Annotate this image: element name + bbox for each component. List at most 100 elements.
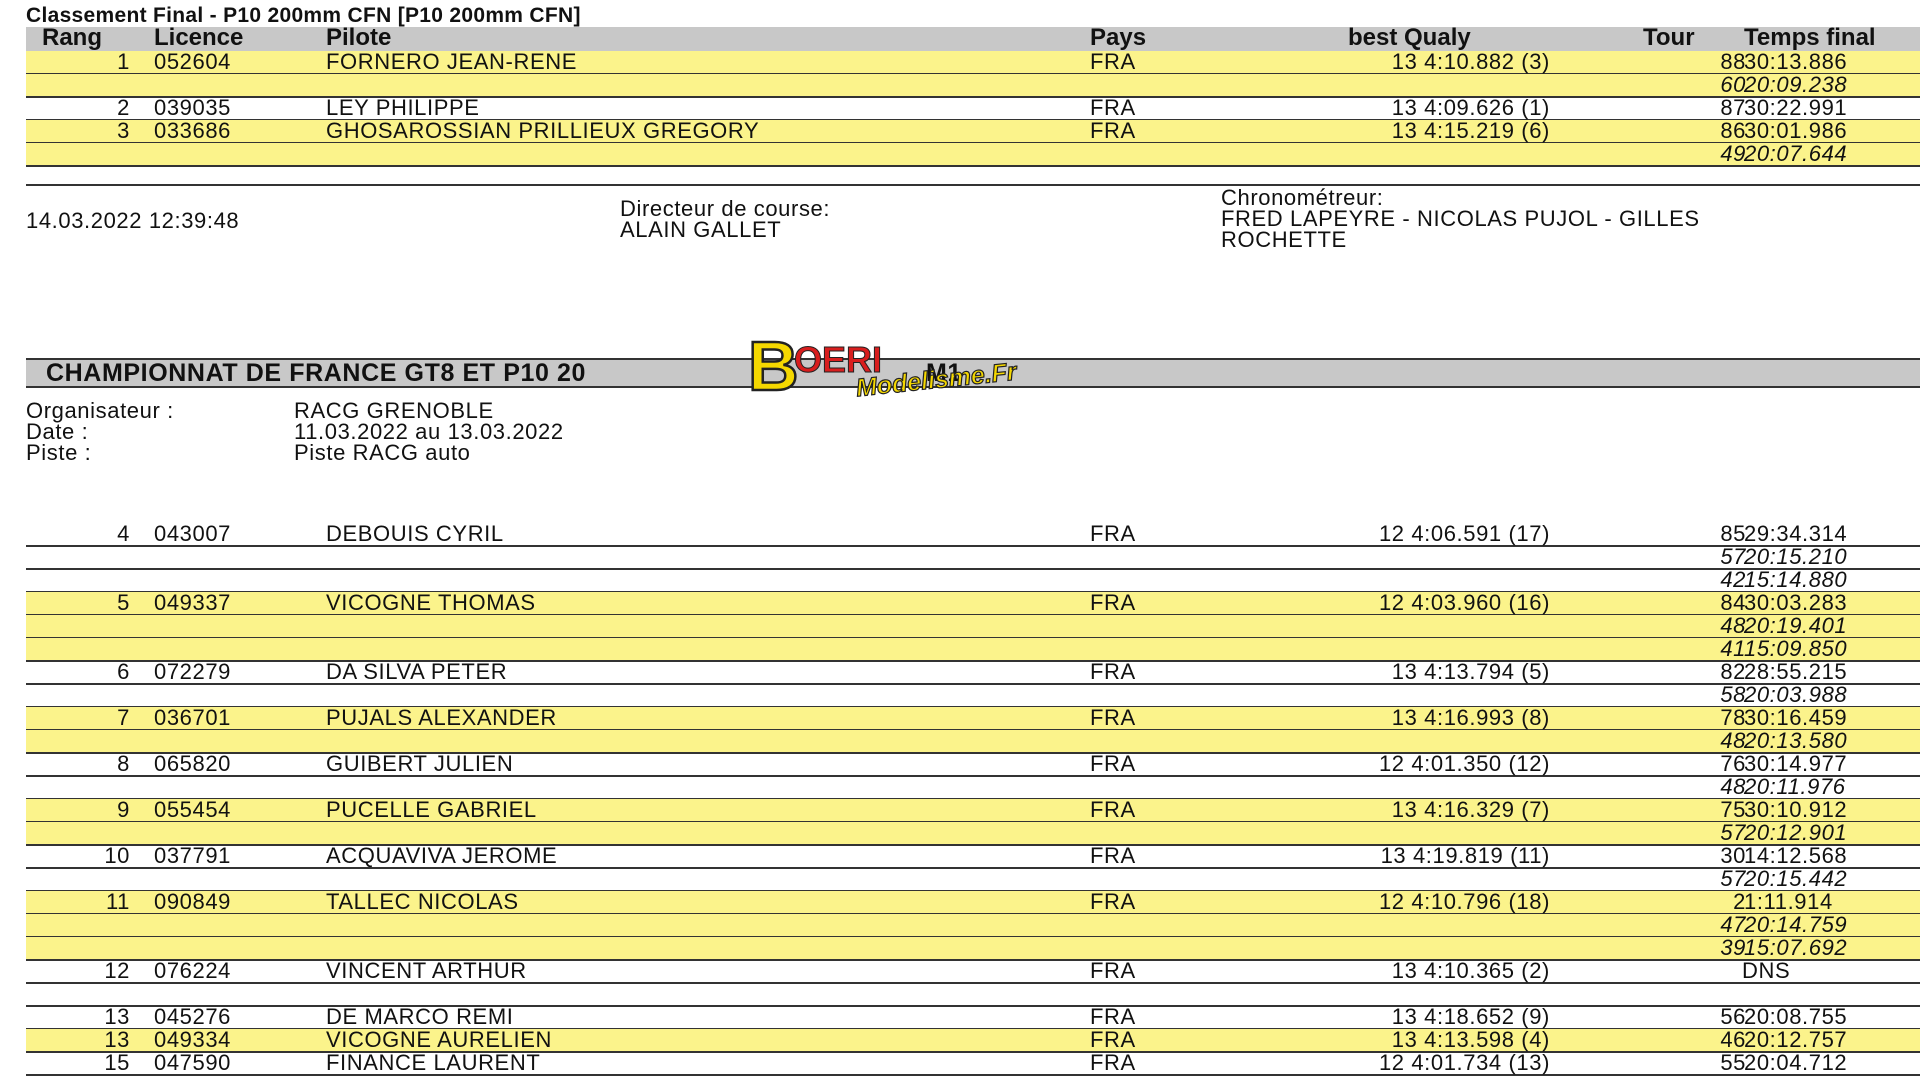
pays-cell: FRA — [1090, 958, 1136, 983]
table-row: 2 039035 LEY PHILIPPE FRA 13 4:09.626 (1) 87 3… — [26, 95, 1920, 121]
pilote-cell: PUJALS ALEXANDER — [326, 705, 557, 730]
best-qualy-cell: 13 4:19.819 (11) — [1380, 843, 1550, 868]
table-row: 1 052604 FORNERO JEAN-RENE FRA 13 4:10.882 (… — [26, 49, 1920, 75]
sub-tour-cell: 48 — [1720, 774, 1746, 799]
sub-tour-cell: 60 — [1720, 72, 1746, 97]
temps-cell: 14:12.568 — [1744, 843, 1848, 868]
table-row: 13 049334 VICOGNE AURELIEN FRA 13 4:13.598 (… — [26, 1027, 1920, 1053]
table-subrow: 48 20:11.976 — [26, 774, 1920, 800]
rank-cell: 7 — [117, 705, 130, 730]
sub-tour-cell: 57 — [1720, 820, 1746, 845]
best-qualy-cell: 13 4:15.219 (6) — [1391, 118, 1550, 143]
tour-cell: 88 — [1720, 49, 1746, 74]
table-subrow: 48 20:19.401 — [26, 614, 1920, 639]
best-qualy-cell: 13 4:10.882 (3) — [1391, 49, 1550, 74]
table-row: 12 076224 VINCENT ARTHUR FRA 13 4:10.365 (2)… — [26, 958, 1920, 984]
rank-cell: 13 — [104, 1004, 130, 1029]
rank-cell: 8 — [117, 751, 130, 776]
rank-cell: 10 — [104, 843, 130, 868]
pays-cell: FRA — [1090, 843, 1136, 868]
pays-cell: FRA — [1090, 1004, 1136, 1029]
col-best-qualy: best Qualy — [1348, 24, 1471, 51]
best-qualy-cell: 13 4:09.626 (1) — [1391, 95, 1550, 120]
rank-cell: 5 — [117, 590, 130, 615]
licence-cell: 037791 — [154, 843, 232, 868]
licence-cell: 049337 — [154, 590, 232, 615]
results-title: Classement Final - P10 200mm CFN [P10 20… — [26, 4, 581, 27]
pays-cell: FRA — [1090, 590, 1136, 615]
rank-cell: 1 — [117, 49, 130, 74]
rank-cell: 15 — [104, 1050, 130, 1075]
directeur-name: ALAIN GALLET — [620, 217, 782, 242]
pays-cell: FRA — [1090, 1050, 1136, 1075]
tour-cell: 2 — [1733, 889, 1746, 914]
pays-cell: FRA — [1090, 49, 1136, 74]
sub-tour-cell: 57 — [1720, 866, 1746, 891]
temps-cell: 20:12.757 — [1744, 1027, 1848, 1052]
piste-value: Piste RACG auto — [294, 440, 471, 465]
temps-cell: 30:16.459 — [1744, 705, 1848, 730]
table-row: 13 045276 DE MARCO REMI FRA 13 4:18.652 (9) 5… — [26, 1004, 1920, 1030]
pays-cell: FRA — [1090, 705, 1136, 730]
licence-cell: 047590 — [154, 1050, 232, 1075]
tour-cell: 46 — [1720, 1027, 1746, 1052]
pays-cell: FRA — [1090, 889, 1136, 914]
table-row: 9 055454 PUCELLE GABRIEL FRA 13 4:16.329 (7)… — [26, 797, 1920, 823]
table-row: 7 036701 PUJALS ALEXANDER FRA 13 4:16.993 (8… — [26, 705, 1920, 731]
sub-temps-cell: 20:11.976 — [1744, 774, 1846, 799]
boeri-logo-icon: B OERI Modelisme.Fr — [747, 326, 1020, 407]
table-subrow: 57 20:15.442 — [26, 866, 1920, 892]
temps-cell: 28:55.215 — [1744, 659, 1848, 684]
rank-cell: 11 — [105, 889, 130, 914]
table-subrow: 58 20:03.988 — [26, 683, 1920, 708]
rank-cell: 13 — [104, 1027, 130, 1052]
pilote-cell: VICOGNE AURELIEN — [326, 1027, 552, 1052]
pilote-cell: PUCELLE GABRIEL — [326, 797, 537, 822]
temps-cell: 30:13.886 — [1744, 49, 1848, 74]
logo-letter-b: B — [748, 330, 799, 405]
sub-temps-cell: 15:07.692 — [1744, 935, 1848, 960]
best-qualy-cell: 13 4:18.652 (9) — [1391, 1004, 1550, 1029]
pays-cell: FRA — [1090, 659, 1136, 684]
tour-cell: 56 — [1720, 1004, 1746, 1029]
rank-cell: 2 — [117, 95, 130, 120]
pilote-cell: FINANCE LAURENT — [326, 1050, 541, 1075]
temps-cell: 30:01.986 — [1744, 118, 1848, 143]
table-header: Rang Licence Pilote Pays best Qualy Tour… — [26, 24, 1920, 51]
boeri-logo: B OERI Modelisme.Fr — [747, 326, 1048, 410]
table-row: 3 033686 GHOSAROSSIAN PRILLIEUX GREGORY FRA… — [26, 118, 1920, 144]
tour-cell: 82 — [1720, 659, 1746, 684]
temps-cell: DNS — [1742, 958, 1791, 983]
col-temps-final: Temps final — [1744, 24, 1876, 51]
licence-cell: 036701 — [154, 705, 232, 730]
sub-tour-cell: 41 — [1720, 636, 1746, 661]
pays-cell: FRA — [1090, 1027, 1136, 1052]
table-subrow: 57 20:12.901 — [26, 820, 1920, 846]
pays-cell: FRA — [1090, 95, 1136, 120]
table-row: 11 090849 TALLEC NICOLAS FRA 12 4:10.796 (18… — [26, 889, 1920, 915]
rank-cell: 9 — [117, 797, 130, 822]
pays-cell: FRA — [1090, 118, 1136, 143]
col-tour: Tour — [1643, 24, 1695, 51]
table-subrow: 39 15:07.692 — [26, 935, 1920, 961]
tour-cell: 85 — [1720, 521, 1746, 546]
chrono-names-2: ROCHETTE — [1221, 227, 1347, 252]
licence-cell: 033686 — [154, 118, 232, 143]
sub-temps-cell: 20:14.759 — [1744, 912, 1848, 937]
tour-cell: 86 — [1720, 118, 1746, 143]
temps-cell: 30:22.991 — [1744, 95, 1848, 120]
sub-tour-cell: 57 — [1720, 544, 1746, 569]
sub-temps-cell: 20:12.901 — [1744, 820, 1848, 845]
best-qualy-cell: 13 4:13.598 (4) — [1391, 1027, 1550, 1052]
pays-cell: FRA — [1090, 797, 1136, 822]
tour-cell: 84 — [1720, 590, 1746, 615]
table-subrow: 47 20:14.759 — [26, 912, 1920, 938]
pilote-cell: TALLEC NICOLAS — [326, 889, 519, 914]
piste-label: Piste : — [26, 440, 92, 465]
rank-cell: 12 — [104, 958, 130, 983]
temps-cell: 30:10.912 — [1744, 797, 1848, 822]
col-rang: Rang — [42, 24, 102, 51]
tour-cell: 78 — [1720, 705, 1746, 730]
sub-tour-cell: 49 — [1720, 141, 1746, 166]
sub-temps-cell: 20:15.210 — [1744, 544, 1848, 569]
